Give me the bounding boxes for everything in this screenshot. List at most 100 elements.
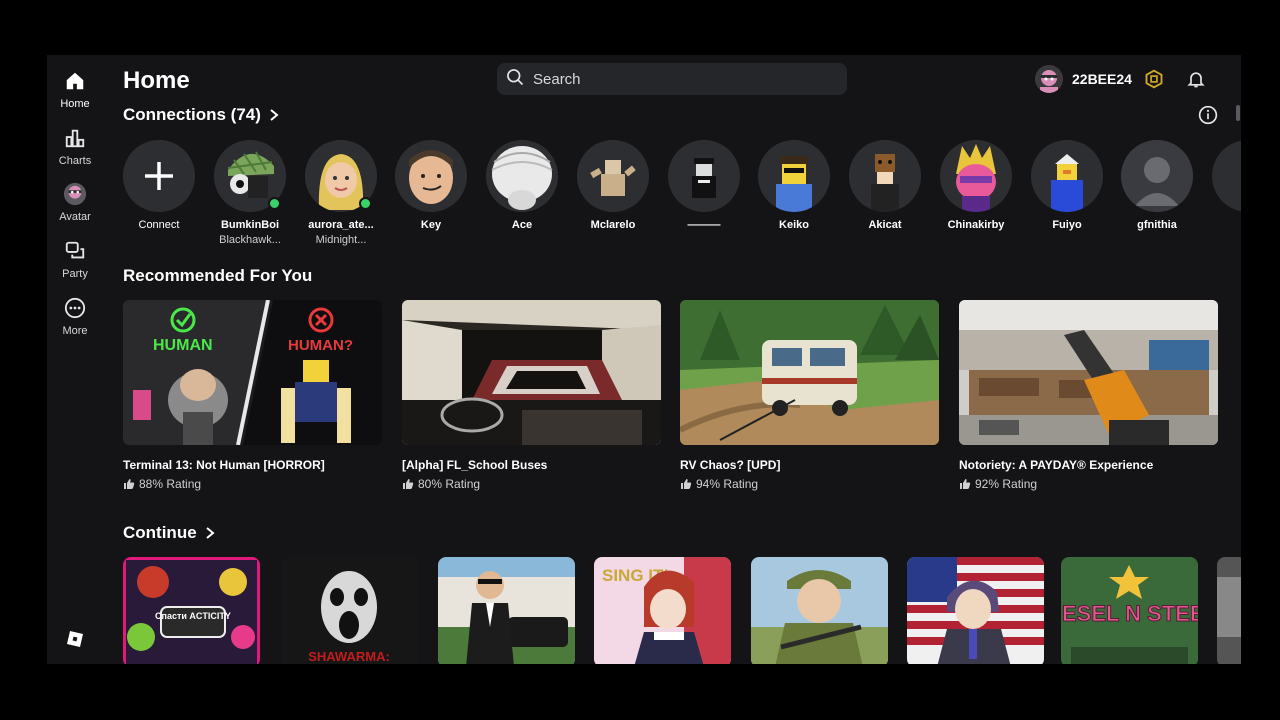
friend-name: Mclarelo xyxy=(590,219,636,231)
friend-name: Chinakirby xyxy=(947,219,1005,231)
search-icon xyxy=(505,67,525,92)
friend-item[interactable]: s xyxy=(1203,140,1241,231)
sidebar-item-label: Home xyxy=(60,98,90,110)
friend-status: Midnight... xyxy=(315,234,367,246)
friend-item[interactable]: Ace xyxy=(477,140,567,231)
info-icon[interactable] xyxy=(1198,105,1218,125)
game-title: Terminal 13: Not Human [HORROR] xyxy=(123,458,325,472)
friend-avatar xyxy=(940,140,1012,212)
sidebar-item-charts[interactable]: Charts xyxy=(47,126,103,167)
game-rating: 80% Rating xyxy=(402,477,661,491)
game-card[interactable]: RV Chaos? [UPD] 94% Rating xyxy=(680,300,939,491)
sidebar-item-home[interactable]: Home xyxy=(47,69,103,110)
charts-icon xyxy=(63,126,87,150)
sidebar-item-more[interactable]: More xyxy=(47,296,103,337)
tile-title: DIESEL N STEEL xyxy=(1061,601,1198,626)
connect-button[interactable]: Connect xyxy=(114,140,204,231)
friend-item[interactable]: Key xyxy=(386,140,476,231)
recommended-header: Recommended For You xyxy=(123,266,312,286)
rating-text: 88% Rating xyxy=(139,477,202,491)
continue-game-tile[interactable]: DIESEL N STEEL xyxy=(1061,557,1198,664)
home-icon xyxy=(63,69,87,93)
friend-name: Akicat xyxy=(868,219,902,231)
chevron-right-icon xyxy=(270,109,279,121)
friend-name: Keiko xyxy=(779,219,809,231)
continue-game-tile[interactable] xyxy=(907,557,1044,664)
more-icon xyxy=(63,296,87,320)
sidebar: Home Charts Avatar Party More xyxy=(47,55,103,664)
friend-avatar xyxy=(1031,140,1103,212)
friend-avatar xyxy=(668,140,740,212)
online-indicator xyxy=(268,197,281,210)
friend-avatar xyxy=(1121,140,1193,212)
robux-icon[interactable] xyxy=(1144,69,1164,89)
game-thumbnail xyxy=(402,300,661,445)
friend-name: Fuiyo xyxy=(1052,219,1082,231)
rating-text: 94% Rating xyxy=(696,477,759,491)
sidebar-item-avatar[interactable]: Avatar xyxy=(47,182,103,223)
continue-game-tile[interactable]: SHAWARMA: xyxy=(281,557,418,664)
game-rating: 94% Rating xyxy=(680,477,939,491)
game-rating: 92% Rating xyxy=(959,477,1218,491)
game-thumbnail: HUMAN HUMAN? xyxy=(123,300,382,445)
friend-avatar xyxy=(577,140,649,212)
friend-item[interactable]: Chinakirby xyxy=(931,140,1021,231)
sidebar-item-party[interactable]: Party xyxy=(47,239,103,280)
friend-name: Ace xyxy=(511,219,533,231)
party-icon xyxy=(63,239,87,263)
rating-text: 92% Rating xyxy=(975,477,1038,491)
bell-icon[interactable] xyxy=(1186,69,1206,89)
avatar[interactable] xyxy=(1035,65,1063,93)
friend-item[interactable]: ——— xyxy=(659,140,749,231)
continue-game-tile[interactable] xyxy=(438,557,575,664)
continue-game-tile[interactable] xyxy=(751,557,888,664)
sidebar-item-label: Charts xyxy=(58,155,92,167)
game-card[interactable]: HUMAN HUMAN? Terminal 13: Not Human [HOR… xyxy=(123,300,382,491)
app-window: Home Charts Avatar Party More Home Searc… xyxy=(47,55,1241,664)
continue-game-tile[interactable]: Спасти ACTICITY xyxy=(123,557,260,664)
friend-name: BumkinBoi xyxy=(220,219,280,231)
friend-name: ——— xyxy=(687,219,721,231)
rating-text: 80% Rating xyxy=(418,477,481,491)
continue-game-tile[interactable] xyxy=(1217,557,1241,664)
friend-avatar xyxy=(486,140,558,212)
friend-item[interactable]: Fuiyo xyxy=(1022,140,1112,231)
game-card[interactable]: [Alpha] FL_School Buses 80% Rating xyxy=(402,300,661,491)
friend-item[interactable]: Mclarelo xyxy=(568,140,658,231)
thumbs-up-icon xyxy=(124,479,135,489)
username[interactable]: 22BEE24 xyxy=(1072,71,1132,87)
friend-avatar xyxy=(1212,140,1241,212)
friend-item[interactable]: Keiko xyxy=(749,140,839,231)
chevron-right-icon xyxy=(206,527,215,539)
search-input[interactable] xyxy=(533,70,833,88)
friend-item[interactable]: BumkinBoi Blackhawk... xyxy=(205,140,295,246)
thumb-label: HUMAN? xyxy=(288,337,353,354)
game-card[interactable]: Notoriety: A PAYDAY® Experience 92% Rati… xyxy=(959,300,1218,491)
game-title: [Alpha] FL_School Buses xyxy=(402,458,548,472)
continue-game-tile[interactable]: SING IT! xyxy=(594,557,731,664)
continue-header[interactable]: Continue xyxy=(123,523,215,543)
friend-status: Blackhawk... xyxy=(219,234,281,246)
friend-name: aurora_ate... xyxy=(308,219,374,231)
friend-item[interactable]: gfnithia xyxy=(1112,140,1202,231)
sidebar-item-label: Avatar xyxy=(59,211,91,223)
scrollbar[interactable] xyxy=(1236,105,1240,121)
friend-name: gfnithia xyxy=(1137,219,1177,231)
game-title: Notoriety: A PAYDAY® Experience xyxy=(959,458,1154,472)
tile-title: Спасти ACTICITY xyxy=(155,611,231,621)
game-thumbnail xyxy=(680,300,939,445)
connect-avatar xyxy=(123,140,195,212)
user-area: 22BEE24 xyxy=(1035,65,1206,93)
avatar-icon xyxy=(63,182,87,206)
connections-header[interactable]: Connections (74) xyxy=(123,105,279,125)
thumbs-up-icon xyxy=(681,479,692,489)
roblox-logo-icon[interactable] xyxy=(66,630,84,648)
friend-item[interactable]: Akicat xyxy=(840,140,930,231)
sidebar-item-label: More xyxy=(62,325,88,337)
friend-item[interactable]: aurora_ate... Midnight... xyxy=(296,140,386,246)
thumbs-up-icon xyxy=(403,479,414,489)
search-bar[interactable] xyxy=(497,63,847,95)
game-thumbnail xyxy=(959,300,1218,445)
friend-name: Connect xyxy=(138,219,180,231)
friend-avatar xyxy=(758,140,830,212)
